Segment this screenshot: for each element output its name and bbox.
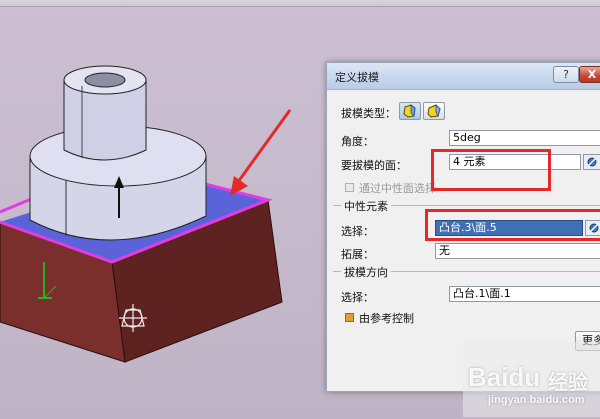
close-button[interactable]: X	[579, 66, 600, 83]
watermark-brand-cn: 经验	[548, 372, 588, 394]
neutral-element-group-title: 中性元素	[341, 198, 391, 214]
neutral-selection-label: 通过中性面选择	[359, 182, 436, 195]
pulling-direction-group-title: 拔模方向	[341, 264, 391, 280]
angle-label: 角度：	[341, 135, 374, 148]
draft-type-constant-button[interactable]	[399, 102, 421, 120]
propagation-label: 拓展：	[341, 248, 374, 261]
faces-to-draft-label: 要拔模的面：	[341, 159, 407, 172]
annotation-box-faces	[431, 149, 551, 191]
controlled-by-reference-checkbox[interactable]	[345, 313, 354, 322]
small-cylinder-hole	[84, 72, 126, 88]
watermark-site: jingyan.baidu.com	[488, 394, 585, 406]
faces-edit-button[interactable]	[583, 154, 600, 170]
angle-input[interactable]: 5deg	[449, 130, 600, 146]
dialog-titlebar[interactable]: 定义拔模 ? X	[327, 63, 600, 90]
3d-viewport[interactable]	[0, 6, 326, 419]
controlled-by-reference-label: 由参考控制	[359, 312, 414, 325]
draft-type-label: 拔模类型：	[341, 107, 396, 120]
annotation-arrow	[236, 109, 292, 183]
direction-selection-label: 选择：	[341, 291, 374, 304]
draft-variable-icon	[427, 104, 441, 118]
dialog-title: 定义拔模	[335, 71, 379, 84]
neutral-selection-checkbox[interactable]	[345, 183, 354, 192]
help-button[interactable]: ?	[553, 66, 579, 83]
draft-type-variable-button[interactable]	[423, 102, 445, 120]
annotation-box-neutral	[425, 209, 600, 241]
draft-constant-icon	[403, 104, 416, 118]
direction-selection-field[interactable]: 凸台.1\面.1	[449, 286, 600, 302]
watermark-brand: Baidu	[468, 362, 541, 392]
list-edit-icon	[587, 157, 597, 167]
neutral-selection-field-label: 选择：	[341, 225, 374, 238]
propagation-select[interactable]: 无	[435, 243, 600, 259]
